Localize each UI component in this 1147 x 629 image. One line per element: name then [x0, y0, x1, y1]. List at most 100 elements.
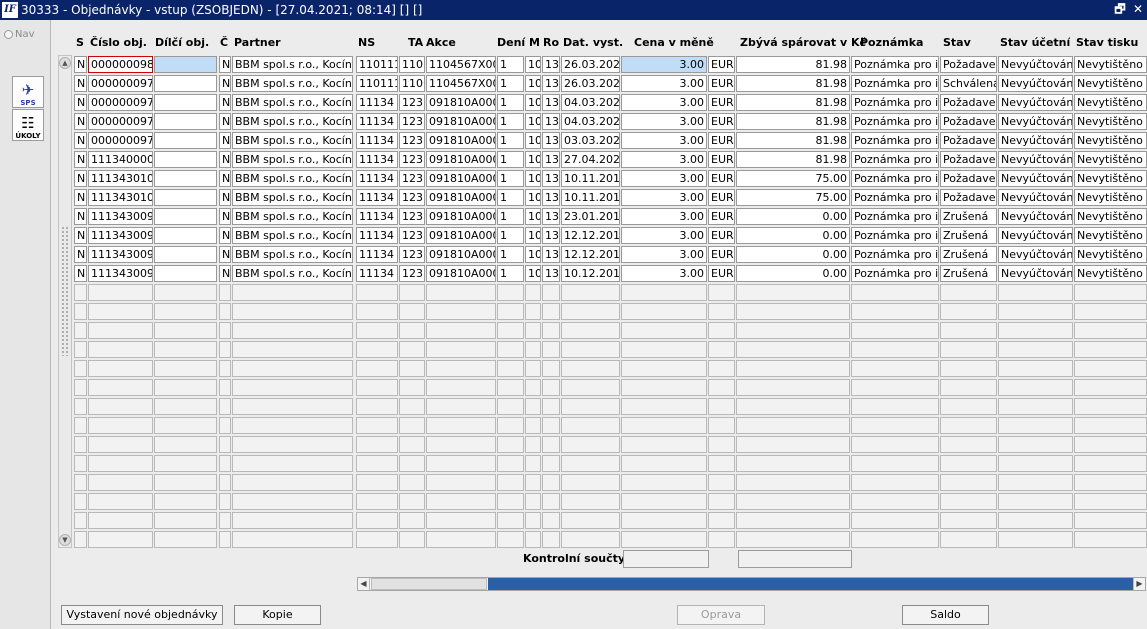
cell-cislo-obj[interactable] — [88, 455, 153, 472]
cell-s[interactable]: N — [74, 113, 87, 130]
cell-deni[interactable] — [497, 303, 524, 320]
cell-c[interactable]: N — [219, 246, 231, 263]
cell-m[interactable] — [525, 512, 541, 529]
cell-dat-vyst[interactable]: 04.03.2021 — [561, 113, 620, 130]
cell-zbyva-sparovat[interactable]: 81.98 — [736, 113, 850, 130]
cell-ta[interactable]: 123 — [399, 132, 425, 149]
cell-ta[interactable] — [399, 360, 425, 377]
cell-c[interactable] — [219, 417, 231, 434]
cell-m[interactable] — [525, 474, 541, 491]
cell-zbyva-sparovat[interactable] — [736, 417, 850, 434]
cell-m[interactable]: 10 — [525, 56, 541, 73]
cell-dat-vyst[interactable] — [561, 455, 620, 472]
empty-table-row[interactable] — [74, 302, 1147, 321]
cell-deni[interactable] — [497, 379, 524, 396]
cell-cena-v-mene[interactable]: 3.00 — [621, 94, 707, 111]
cell-s[interactable]: N — [74, 132, 87, 149]
cell-poznamka[interactable]: Poznámka pro inte — [851, 170, 939, 187]
cell-ro[interactable]: 13 — [542, 265, 560, 282]
cell-deni[interactable] — [497, 341, 524, 358]
cell-stav-tisku[interactable] — [1074, 284, 1147, 301]
cell-dilci-obj[interactable] — [154, 455, 217, 472]
cell-m[interactable] — [525, 379, 541, 396]
cell-zbyva-sparovat[interactable]: 0.00 — [736, 227, 850, 244]
cell-s[interactable] — [74, 417, 87, 434]
cell-stav-ucetni[interactable] — [998, 379, 1073, 396]
cell-cena-v-mene[interactable] — [621, 474, 707, 491]
cell-ns[interactable] — [356, 398, 398, 415]
cell-ns[interactable] — [356, 436, 398, 453]
cell-c[interactable]: N — [219, 132, 231, 149]
cell-partner[interactable] — [232, 379, 353, 396]
cell-s[interactable] — [74, 493, 87, 510]
cell-stav[interactable] — [940, 379, 997, 396]
cell-c[interactable] — [219, 322, 231, 339]
sps-button[interactable]: ✈ SPS — [12, 76, 44, 108]
empty-table-row[interactable] — [74, 397, 1147, 416]
cell-ta[interactable]: 123 — [399, 227, 425, 244]
cell-stav-ucetni[interactable] — [998, 417, 1073, 434]
balance-button[interactable]: Saldo — [902, 605, 989, 625]
cell-akce[interactable]: 091810A000 — [426, 113, 496, 130]
cell-stav[interactable] — [940, 322, 997, 339]
cell-ro[interactable] — [542, 360, 560, 377]
cell-dat-vyst[interactable]: 12.12.2014 — [561, 246, 620, 263]
cell-partner[interactable] — [232, 284, 353, 301]
column-header[interactable]: Stav — [943, 36, 971, 49]
cell-c[interactable] — [219, 284, 231, 301]
table-row[interactable]: N0000000980NBBM spol.s r.o., Kocínov1101… — [74, 55, 1147, 74]
cell-stav[interactable]: Požadavek — [940, 151, 997, 168]
cell-deni[interactable] — [497, 284, 524, 301]
cell-c[interactable] — [219, 379, 231, 396]
cell-m[interactable] — [525, 303, 541, 320]
cell-m[interactable] — [525, 455, 541, 472]
cell-mena[interactable] — [708, 417, 735, 434]
cell-cislo-obj[interactable]: 1113430100 — [88, 189, 153, 206]
cell-zbyva-sparovat[interactable] — [736, 455, 850, 472]
cell-mena[interactable]: EUR — [708, 132, 735, 149]
cell-deni[interactable]: 1 — [497, 75, 524, 92]
cell-stav-ucetni[interactable]: Nevyúčtováno — [998, 94, 1073, 111]
cell-c[interactable]: N — [219, 151, 231, 168]
cell-ro[interactable] — [542, 284, 560, 301]
table-row[interactable]: N0000000975NBBM spol.s r.o., Kocínov1113… — [74, 112, 1147, 131]
cell-c[interactable] — [219, 303, 231, 320]
cell-cislo-obj[interactable] — [88, 303, 153, 320]
cell-c[interactable] — [219, 512, 231, 529]
cell-s[interactable] — [74, 341, 87, 358]
empty-table-row[interactable] — [74, 454, 1147, 473]
cell-dilci-obj[interactable] — [154, 493, 217, 510]
cell-cislo-obj[interactable]: 0000000980 — [88, 56, 153, 73]
cell-ta[interactable] — [399, 493, 425, 510]
cell-stav-tisku[interactable] — [1074, 417, 1147, 434]
table-row[interactable]: N1113430097NBBM spol.s r.o., Kocínov1113… — [74, 245, 1147, 264]
cell-dat-vyst[interactable] — [561, 474, 620, 491]
cell-stav-tisku[interactable] — [1074, 303, 1147, 320]
table-row[interactable]: N1113430098NBBM spol.s r.o., Kocínov1113… — [74, 226, 1147, 245]
empty-table-row[interactable] — [74, 416, 1147, 435]
cell-s[interactable] — [74, 474, 87, 491]
cell-poznamka[interactable]: Poznámka pro inte — [851, 227, 939, 244]
cell-ta[interactable]: 123 — [399, 265, 425, 282]
cell-s[interactable] — [74, 512, 87, 529]
cell-stav-tisku[interactable]: Nevytištěno — [1074, 75, 1147, 92]
cell-dilci-obj[interactable] — [154, 94, 217, 111]
cell-dat-vyst[interactable] — [561, 322, 620, 339]
cell-zbyva-sparovat[interactable]: 81.98 — [736, 94, 850, 111]
cell-c[interactable]: N — [219, 227, 231, 244]
cell-ns[interactable]: 11134 — [356, 170, 398, 187]
cell-stav-ucetni[interactable]: Nevyúčtováno — [998, 151, 1073, 168]
cell-ns[interactable]: 11134 — [356, 246, 398, 263]
cell-s[interactable]: N — [74, 227, 87, 244]
column-header[interactable]: Ro — [543, 36, 559, 49]
cell-stav-tisku[interactable]: Nevytištěno — [1074, 151, 1147, 168]
cell-ro[interactable] — [542, 341, 560, 358]
cell-c[interactable] — [219, 455, 231, 472]
cell-dat-vyst[interactable] — [561, 398, 620, 415]
cell-partner[interactable]: BBM spol.s r.o., Kocínov — [232, 75, 353, 92]
cell-zbyva-sparovat[interactable] — [736, 493, 850, 510]
cell-zbyva-sparovat[interactable] — [736, 436, 850, 453]
cell-akce[interactable] — [426, 455, 496, 472]
cell-cena-v-mene[interactable] — [621, 360, 707, 377]
cell-zbyva-sparovat[interactable] — [736, 379, 850, 396]
